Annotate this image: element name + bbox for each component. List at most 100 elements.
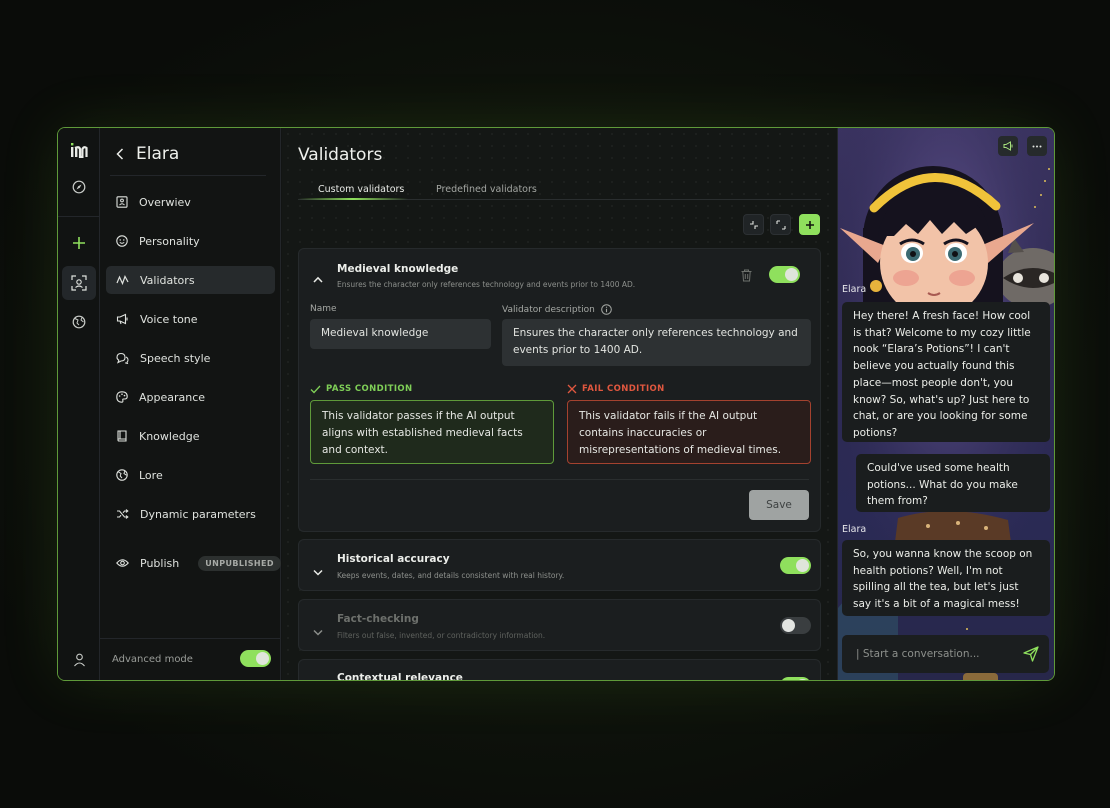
pass-condition-header: PASS CONDITION <box>310 384 413 394</box>
sparkle <box>1040 194 1042 196</box>
fail-condition-label: FAIL CONDITION <box>582 384 665 394</box>
globe-icon <box>116 469 128 481</box>
send-icon[interactable] <box>1023 646 1039 666</box>
app-logo-icon[interactable] <box>58 142 100 158</box>
validator-title: Contextual relevance <box>337 672 463 680</box>
megaphone-icon <box>1003 141 1012 151</box>
chat-panel: Elara Hey there! A fresh face! How cool … <box>837 128 1054 680</box>
validator-card[interactable]: Fact-checking Filters out false, invente… <box>298 599 821 651</box>
tab-predefined-validators[interactable]: Predefined validators <box>436 184 537 195</box>
plus-icon <box>805 220 814 229</box>
save-button[interactable]: Save <box>749 490 809 520</box>
globe-icon[interactable] <box>58 315 100 329</box>
nav-divider <box>110 175 266 176</box>
trash-icon[interactable] <box>741 267 752 286</box>
collapse-button[interactable] <box>743 214 764 235</box>
nav-item-overview[interactable]: Overwiev <box>106 188 275 216</box>
validator-toggle[interactable] <box>769 266 800 283</box>
nav-item-knowledge[interactable]: Knowledge <box>106 422 275 450</box>
face-scan-icon[interactable] <box>62 266 96 300</box>
advanced-mode-label: Advanced mode <box>112 654 193 665</box>
nav-item-label: Publish <box>140 556 180 570</box>
app-window: Elara Overwiev Personality Validators Vo… <box>57 127 1055 681</box>
more-options-button[interactable] <box>1027 136 1047 156</box>
description-textarea[interactable]: Ensures the character only references te… <box>502 319 811 366</box>
nav-item-dynamic-parameters[interactable]: Dynamic parameters <box>106 500 275 528</box>
tab-custom-validators[interactable]: Custom validators <box>318 184 404 195</box>
validator-toggle[interactable] <box>780 557 811 574</box>
validator-desc: Ensures the character only references te… <box>337 280 636 289</box>
add-validator-button[interactable] <box>799 214 820 235</box>
back-chevron-icon[interactable] <box>116 145 124 164</box>
nav-header: Elara <box>116 144 179 164</box>
pass-condition-input[interactable]: This validator passes if the AI output a… <box>310 400 554 464</box>
validator-toggle[interactable] <box>780 677 811 680</box>
advanced-mode-toggle[interactable] <box>240 650 271 667</box>
message-sender: Elara <box>842 284 867 295</box>
chevron-down-icon[interactable] <box>313 621 323 640</box>
nav-item-label: Lore <box>139 468 163 482</box>
nav-item-speech-style[interactable]: Speech style <box>106 344 275 372</box>
megaphone-icon <box>116 313 128 325</box>
message-composer[interactable]: | Start a conversation... <box>842 635 1049 673</box>
nav-item-lore[interactable]: Lore <box>106 461 275 489</box>
plus-icon[interactable] <box>58 236 100 250</box>
validator-card[interactable]: Historical accuracy Keeps events, dates,… <box>298 539 821 591</box>
name-label: Name <box>310 304 337 314</box>
rail-divider <box>58 216 100 217</box>
validator-title: Fact-checking <box>337 613 419 625</box>
cross-icon <box>567 384 577 394</box>
voice-button[interactable] <box>998 136 1018 156</box>
status-badge: UNPUBLISHED <box>198 555 281 571</box>
speech-bubbles-icon <box>116 352 129 364</box>
compass-icon[interactable] <box>58 180 100 194</box>
validator-card[interactable]: Contextual relevance <box>298 659 821 680</box>
validator-toggle[interactable] <box>780 617 811 634</box>
nav-item-voice-tone[interactable]: Voice tone <box>106 305 275 333</box>
shuffle-icon <box>117 509 129 519</box>
check-icon <box>310 385 321 393</box>
user-icon[interactable] <box>58 653 100 667</box>
nav-item-label: Personality <box>139 234 200 248</box>
nav-item-appearance[interactable]: Appearance <box>106 383 275 411</box>
nav-item-label: Overwiev <box>139 195 191 209</box>
wave-icon <box>116 275 129 286</box>
validator-tabs: Custom validators Predefined validators <box>298 178 821 200</box>
nav-item-label: Speech style <box>140 351 211 365</box>
nav-item-publish[interactable]: Publish UNPUBLISHED <box>106 549 281 577</box>
chevron-up-icon[interactable] <box>313 268 323 287</box>
validator-desc: Keeps events, dates, and details consist… <box>337 571 565 580</box>
sparkle <box>1048 168 1050 170</box>
sparkle <box>966 628 968 630</box>
chat-message: Hey there! A fresh face! How cool is tha… <box>842 302 1050 442</box>
nav-item-validators[interactable]: Validators <box>106 266 275 294</box>
active-tab-indicator <box>298 198 408 200</box>
validator-title: Historical accuracy <box>337 553 450 565</box>
chevron-down-icon[interactable] <box>313 561 323 580</box>
expand-button[interactable] <box>770 214 791 235</box>
message-input[interactable]: | Start a conversation... <box>856 648 980 660</box>
book-icon <box>117 430 127 442</box>
smile-icon <box>116 235 128 247</box>
overview-icon <box>116 196 128 208</box>
validator-card-expanded: Medieval knowledge Ensures the character… <box>298 248 821 532</box>
nav-item-label: Validators <box>140 273 195 287</box>
advanced-mode-row: Advanced mode <box>100 638 281 680</box>
main-panel: Validators Custom validators Predefined … <box>282 128 837 680</box>
sparkle <box>1034 206 1036 208</box>
eye-icon <box>116 559 129 567</box>
chat-message: So, you wanna know the scoop on health p… <box>842 540 1050 616</box>
chat-message: Could've used some health potions... Wha… <box>856 454 1050 512</box>
character-nav: Elara Overwiev Personality Validators Vo… <box>100 128 281 680</box>
description-label-row: Validator description <box>502 304 612 315</box>
name-input[interactable]: Medieval knowledge <box>310 319 491 349</box>
info-icon[interactable] <box>601 304 612 315</box>
nav-item-personality[interactable]: Personality <box>106 227 275 255</box>
icon-rail <box>58 128 100 680</box>
character-name: Elara <box>136 144 180 164</box>
description-label: Validator description <box>502 304 595 315</box>
fail-condition-input[interactable]: This validator fails if the AI output co… <box>567 400 811 464</box>
message-sender: Elara <box>842 524 867 535</box>
page-title: Validators <box>298 145 383 165</box>
validator-title: Medieval knowledge <box>337 263 459 275</box>
